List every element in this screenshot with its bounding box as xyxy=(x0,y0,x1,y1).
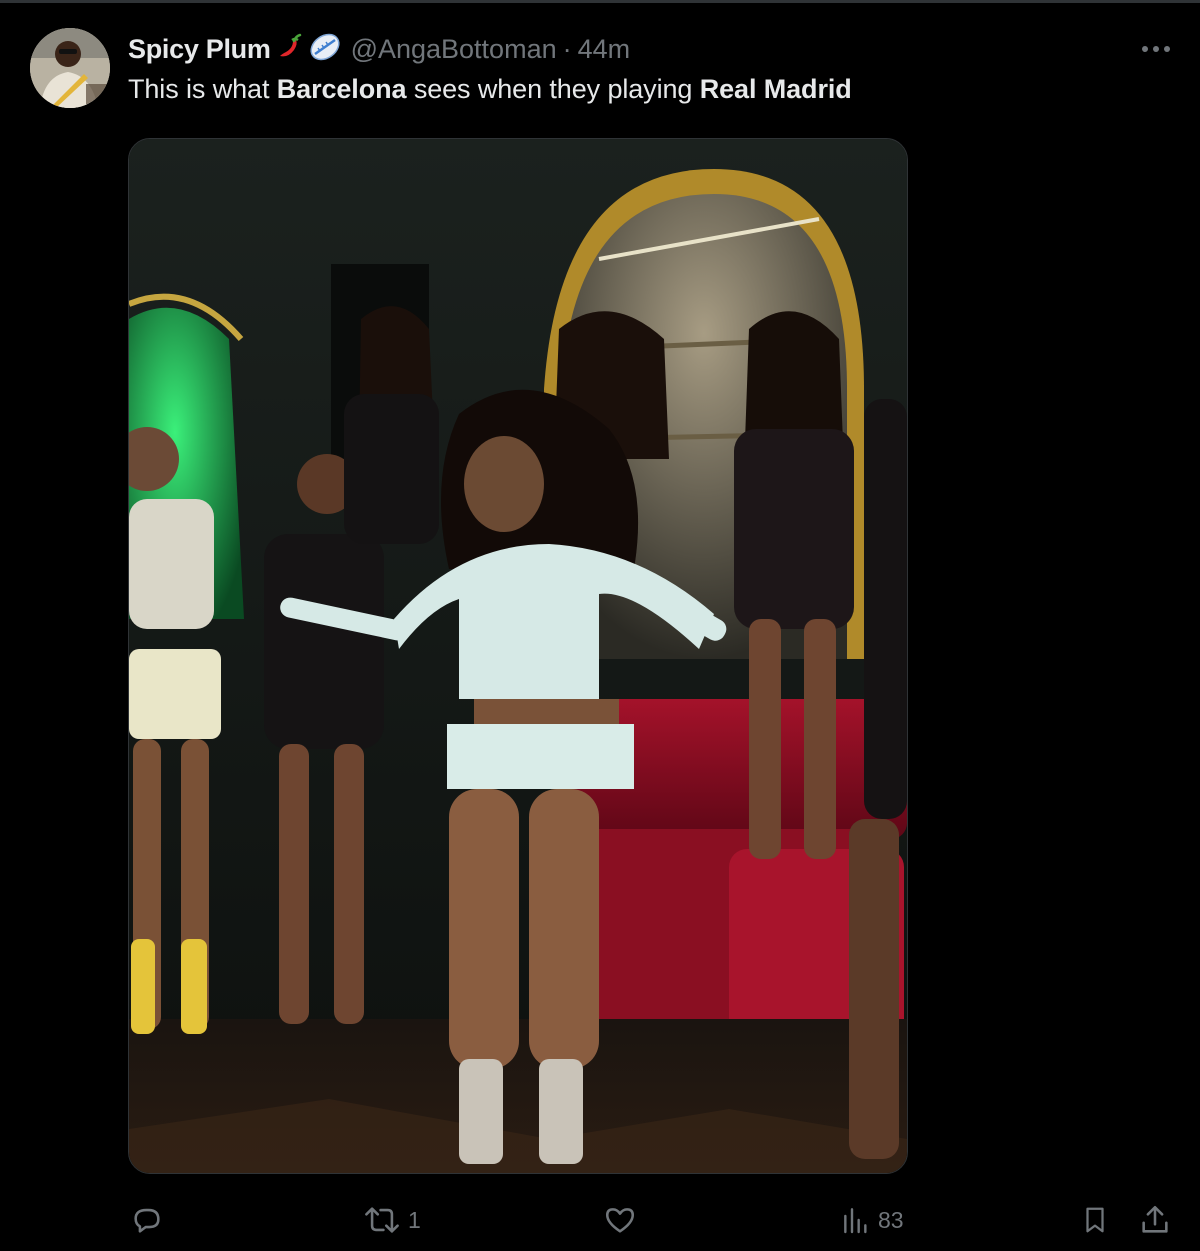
display-name[interactable]: Spicy Plum xyxy=(128,34,271,65)
repost-button[interactable]: 1 xyxy=(362,1196,421,1244)
reply-icon xyxy=(130,1203,164,1237)
bookmark-icon xyxy=(1080,1203,1110,1237)
separator-dot: · xyxy=(562,33,572,64)
share-icon xyxy=(1138,1203,1172,1237)
tweet-text-bold2: Real Madrid xyxy=(699,74,852,104)
video-frame xyxy=(129,139,907,1173)
hot-pepper-icon xyxy=(274,32,304,67)
action-bar: 1 83 xyxy=(0,1196,1200,1244)
reply-button[interactable] xyxy=(130,1196,164,1244)
views-button[interactable]: 83 xyxy=(840,1196,904,1244)
tweet-text-part1: This is what xyxy=(128,74,277,104)
tweet-text-part2: sees when they playing xyxy=(406,74,700,104)
heart-icon xyxy=(602,1203,638,1237)
tweet-text: This is what Barcelona sees when they pl… xyxy=(128,74,852,105)
views-icon xyxy=(840,1203,872,1237)
avatar[interactable] xyxy=(30,28,110,108)
share-button[interactable] xyxy=(1138,1196,1172,1244)
views-count: 83 xyxy=(878,1206,904,1233)
tweet[interactable]: Spicy Plum @AngaBottoman · 44m This is w… xyxy=(0,0,1200,1251)
like-button[interactable] xyxy=(602,1196,638,1244)
avatar-image xyxy=(30,28,110,108)
tweet-text-bold1: Barcelona xyxy=(276,74,407,104)
rugby-ball-icon xyxy=(307,32,343,67)
tweet-header: Spicy Plum @AngaBottoman · 44m xyxy=(128,30,630,68)
handle[interactable]: @AngaBottoman xyxy=(351,34,557,65)
bookmark-button[interactable] xyxy=(1080,1196,1110,1244)
tweet-video[interactable] xyxy=(128,138,908,1174)
more-horizontal-icon[interactable] xyxy=(1138,36,1174,62)
repost-count: 1 xyxy=(408,1206,421,1233)
repost-icon xyxy=(362,1203,402,1237)
timestamp[interactable]: 44m xyxy=(578,34,631,65)
